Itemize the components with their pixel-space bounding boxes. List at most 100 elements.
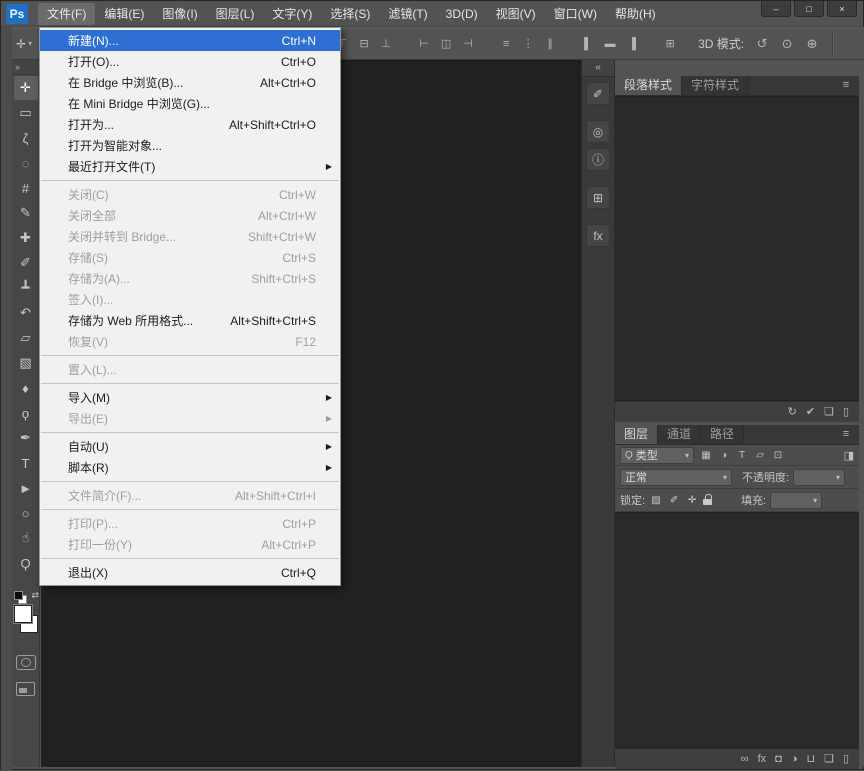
- brush-panel-icon[interactable]: ✐: [586, 82, 610, 105]
- path-selection-tool[interactable]: ►: [14, 476, 38, 500]
- filter-type-layers-icon[interactable]: T: [734, 447, 750, 463]
- swap-colors-icon[interactable]: ⇄: [31, 590, 39, 601]
- file-menu-item-exit[interactable]: 退出(X) Ctrl+Q: [40, 562, 340, 583]
- apply-style-icon[interactable]: ✔: [806, 407, 815, 418]
- file-menu-item-export[interactable]: 导出(E) ▶: [40, 408, 340, 429]
- styles-panel-icon[interactable]: fx: [586, 224, 610, 247]
- file-menu-item-browse-in-mini-bridge[interactable]: 在 Mini Bridge 中浏览(G)...: [40, 93, 340, 114]
- foreground-color-swatch[interactable]: [14, 605, 32, 623]
- file-menu-item[interactable]: [41, 509, 339, 510]
- file-menu-item[interactable]: [41, 355, 339, 356]
- close-button[interactable]: ×: [827, 1, 857, 17]
- rectangular-marquee-tool[interactable]: ▭: [14, 101, 38, 125]
- distribute-horizontal-centers-icon[interactable]: ▬: [600, 34, 620, 53]
- layer-filter-kind-dropdown[interactable]: Ϙ 类型 ▾: [620, 447, 694, 464]
- menubar-item-file[interactable]: 文件(F): [38, 3, 95, 25]
- clone-source-panel-icon[interactable]: ◎: [586, 120, 610, 143]
- dodge-tool[interactable]: ϙ: [14, 401, 38, 425]
- hand-tool[interactable]: ☝: [14, 526, 38, 550]
- eraser-tool[interactable]: ▱: [14, 326, 38, 350]
- minimize-button[interactable]: –: [761, 1, 791, 17]
- ellipse-tool[interactable]: ○: [14, 501, 38, 525]
- file-menu-item-scripts[interactable]: 脚本(R) ▶: [40, 457, 340, 478]
- distribute-left-edges-icon[interactable]: ▌: [578, 34, 598, 53]
- file-menu-item-close-and-go-to-bridge[interactable]: 关闭并转到 Bridge... Shift+Ctrl+W: [40, 226, 340, 247]
- file-menu-item-import[interactable]: 导入(M) ▶: [40, 387, 340, 408]
- align-vertical-centers-icon[interactable]: ⊟: [354, 34, 374, 53]
- file-menu-item[interactable]: [41, 432, 339, 433]
- file-menu-item-revert[interactable]: 恢复(V) F12: [40, 331, 340, 352]
- filter-smart-objects-icon[interactable]: ⊡: [770, 447, 786, 463]
- eyedropper-tool[interactable]: ✎: [14, 201, 38, 225]
- file-menu-item[interactable]: [41, 180, 339, 181]
- distribute-top-edges-icon[interactable]: ≡: [496, 34, 516, 53]
- distribute-right-edges-icon[interactable]: ▐: [622, 34, 642, 53]
- blend-mode-dropdown[interactable]: 正常 ▾: [620, 469, 732, 486]
- file-menu-item-close-all[interactable]: 关闭全部 Alt+Ctrl+W: [40, 205, 340, 226]
- menubar-item-type[interactable]: 文字(Y): [263, 3, 321, 25]
- menubar-item-view[interactable]: 视图(V): [487, 3, 545, 25]
- distribute-bottom-edges-icon[interactable]: ∥: [540, 34, 560, 53]
- lock-pixels-icon[interactable]: ✐: [667, 492, 681, 508]
- filter-adjustment-layers-icon[interactable]: ◑: [716, 447, 732, 463]
- menubar-item-layer[interactable]: 图层(L): [207, 3, 264, 25]
- gradient-tool[interactable]: ▧: [14, 351, 38, 375]
- 3d-roll-icon[interactable]: ⊙: [777, 34, 797, 53]
- add-layer-mask-icon[interactable]: ◘: [775, 754, 782, 765]
- file-menu-item-new[interactable]: 新建(N)... Ctrl+N: [40, 30, 340, 51]
- info-panel-icon[interactable]: ⓘ: [586, 148, 610, 171]
- file-menu-item[interactable]: [41, 558, 339, 559]
- tab-paths[interactable]: 路径: [701, 425, 744, 444]
- zoom-tool[interactable]: Ϙ: [14, 551, 38, 575]
- tab-layers[interactable]: 图层: [615, 425, 658, 444]
- brush-tool[interactable]: ✐: [14, 251, 38, 275]
- move-tool[interactable]: ✛: [14, 76, 38, 100]
- tab-character-styles[interactable]: 字符样式: [682, 76, 749, 95]
- maximize-button[interactable]: □: [794, 1, 824, 17]
- file-menu-item-automate[interactable]: 自动(U) ▶: [40, 436, 340, 457]
- lasso-tool[interactable]: ζ: [14, 126, 38, 150]
- file-menu-item-open-as[interactable]: 打开为... Alt+Shift+Ctrl+O: [40, 114, 340, 135]
- file-menu-item-browse-in-bridge[interactable]: 在 Bridge 中浏览(B)... Alt+Ctrl+O: [40, 72, 340, 93]
- crop-tool[interactable]: #: [14, 176, 38, 200]
- file-menu-item[interactable]: [41, 383, 339, 384]
- 3d-rotate-icon[interactable]: ↺: [752, 34, 772, 53]
- healing-brush-tool[interactable]: ✚: [14, 226, 38, 250]
- default-colors-icon[interactable]: [14, 591, 26, 603]
- update-style-icon[interactable]: ↻: [788, 407, 797, 418]
- align-horizontal-centers-icon[interactable]: ◫: [436, 34, 456, 53]
- horizontal-type-tool[interactable]: T: [14, 451, 38, 475]
- delete-layer-icon[interactable]: ▯: [843, 754, 849, 765]
- filter-pixel-layers-icon[interactable]: ▦: [698, 447, 714, 463]
- menubar-item-window[interactable]: 窗口(W): [545, 3, 606, 25]
- swatches-panel-icon[interactable]: ⊞: [586, 186, 610, 209]
- menubar-item-edit[interactable]: 编辑(E): [95, 3, 153, 25]
- menubar-item-image[interactable]: 图像(I): [153, 3, 206, 25]
- file-menu-item-close[interactable]: 关闭(C) Ctrl+W: [40, 184, 340, 205]
- file-menu-item-save-for-web[interactable]: 存储为 Web 所用格式... Alt+Shift+Ctrl+S: [40, 310, 340, 331]
- lock-position-icon[interactable]: ✛: [685, 492, 699, 508]
- blur-tool[interactable]: ♦: [14, 376, 38, 400]
- menubar-item-help[interactable]: 帮助(H): [606, 3, 665, 25]
- distribute-vertical-centers-icon[interactable]: ⋮: [518, 34, 538, 53]
- new-adjustment-layer-icon[interactable]: ◑: [791, 754, 798, 765]
- new-layer-icon[interactable]: ❏: [824, 754, 834, 765]
- file-menu-item-file-info[interactable]: 文件简介(F)... Alt+Shift+Ctrl+I: [40, 485, 340, 506]
- 3d-scene-grid-icon[interactable]: ⊞: [660, 34, 680, 53]
- new-group-icon[interactable]: ⊔: [806, 754, 815, 765]
- tab-channels[interactable]: 通道: [658, 425, 701, 444]
- clone-stamp-tool[interactable]: ┻: [14, 276, 38, 300]
- lock-all-icon[interactable]: [703, 492, 713, 508]
- history-brush-tool[interactable]: ↶: [14, 301, 38, 325]
- 3d-drag-icon[interactable]: ⊕: [802, 34, 822, 53]
- quick-selection-tool[interactable]: ◌: [14, 151, 38, 175]
- expand-dock-icon[interactable]: «: [582, 60, 614, 77]
- menubar-item-3d[interactable]: 3D(D): [437, 3, 487, 25]
- link-layers-icon[interactable]: ∞: [741, 754, 749, 765]
- file-menu-item-open-as-smart-object[interactable]: 打开为智能对象...: [40, 135, 340, 156]
- file-menu-item-check-in[interactable]: 签入(I)...: [40, 289, 340, 310]
- align-bottom-edges-icon[interactable]: ⊥: [376, 34, 396, 53]
- file-menu-item-print[interactable]: 打印(P)... Ctrl+P: [40, 513, 340, 534]
- tab-paragraph-styles[interactable]: 段落样式: [615, 76, 682, 95]
- new-style-icon[interactable]: ❏: [824, 407, 834, 418]
